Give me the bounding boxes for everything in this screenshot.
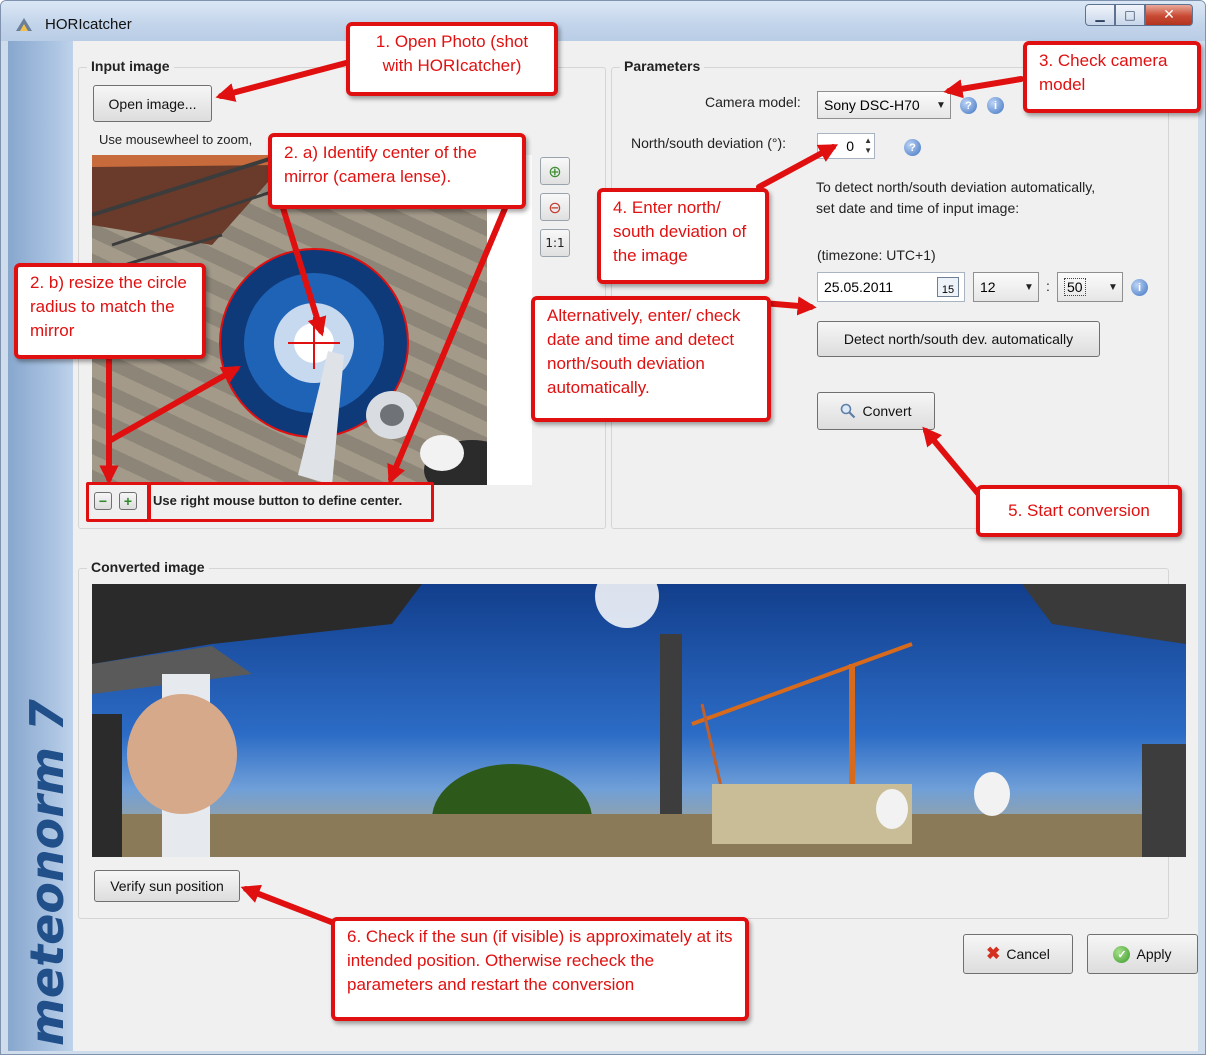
- callout-step6: 6. Check if the sun (if visible) is appr…: [331, 917, 749, 1021]
- window-controls: ▁ □ ✕: [1085, 4, 1193, 26]
- magnifier-icon: [841, 403, 856, 419]
- converted-image-title: Converted image: [87, 559, 209, 575]
- verify-sun-position-button[interactable]: Verify sun position: [94, 870, 240, 902]
- hour-value: 12: [980, 279, 996, 295]
- brand-strip: meteonorm 7: [8, 41, 74, 1051]
- deviation-label: North/south deviation (°):: [631, 135, 787, 151]
- minute-chevron-down-icon: ▼: [1108, 281, 1118, 293]
- convert-label: Convert: [862, 403, 912, 419]
- brand-logo-text: meteonorm 7: [20, 699, 74, 1046]
- apply-check-icon: ✓: [1113, 945, 1131, 963]
- detect-deviation-button[interactable]: Detect north/south dev. automatically: [817, 321, 1100, 357]
- callout-step3: 3. Check camera model: [1023, 41, 1201, 113]
- converted-panorama: [92, 584, 1186, 857]
- parameters-title: Parameters: [620, 58, 705, 74]
- zoom-out-button[interactable]: ⊖: [540, 193, 570, 221]
- hour-select[interactable]: 12 ▼: [973, 272, 1039, 302]
- app-icon: [16, 18, 32, 31]
- radius-buttons-highlight: [86, 482, 150, 522]
- camera-model-label: Camera model:: [705, 94, 801, 110]
- panorama-drawing: [92, 584, 1186, 857]
- callout-step1: 1. Open Photo (shot with HORIcatcher): [346, 22, 558, 96]
- callout-alternative: Alternatively, enter/ check date and tim…: [531, 296, 771, 422]
- maximize-button[interactable]: □: [1115, 4, 1145, 26]
- convert-button[interactable]: Convert: [817, 392, 935, 430]
- open-image-button[interactable]: Open image...: [93, 85, 212, 122]
- close-button[interactable]: ✕: [1145, 4, 1193, 26]
- minute-select[interactable]: 50 ▼: [1057, 272, 1123, 302]
- apply-button[interactable]: ✓ Apply: [1087, 934, 1198, 974]
- help-icon[interactable]: ?: [960, 97, 977, 114]
- cancel-button[interactable]: ✖ Cancel: [963, 934, 1073, 974]
- deviation-stepper[interactable]: ▲ ▼: [864, 136, 872, 156]
- deviation-input[interactable]: 0 ▲ ▼: [817, 133, 875, 159]
- date-picker[interactable]: 25.05.2011 15: [817, 272, 965, 302]
- zoom-out-icon: ⊖: [548, 197, 562, 217]
- center-hint-highlight: [148, 482, 434, 522]
- horicatcher-window: HORIcatcher ▁ □ ✕ meteonorm 7 Input imag…: [0, 0, 1206, 1055]
- apply-label: Apply: [1136, 946, 1172, 962]
- deviation-value: 0: [846, 138, 854, 154]
- title-bar[interactable]: HORIcatcher ▁ □ ✕: [1, 1, 1205, 41]
- camera-model-select[interactable]: Sony DSC-H70 ▼: [817, 91, 951, 119]
- zoom-reset-button[interactable]: 1:1: [540, 229, 570, 257]
- camera-model-value: Sony DSC-H70: [824, 97, 920, 113]
- callout-step4: 4. Enter north/ south deviation of the i…: [597, 188, 769, 284]
- zoom-in-icon: ⊕: [548, 161, 562, 181]
- calendar-day: 15: [941, 284, 955, 296]
- callout-step2b: 2. b) resize the circle radius to match …: [14, 263, 206, 359]
- input-image-title: Input image: [87, 58, 174, 74]
- hour-chevron-down-icon: ▼: [1024, 281, 1034, 293]
- auto-detect-hint: To detect north/south deviation automati…: [816, 179, 1096, 216]
- cancel-x-icon: ✖: [986, 944, 1001, 963]
- date-value: 25.05.2011: [824, 279, 894, 295]
- callout-step5: 5. Start conversion: [976, 485, 1182, 537]
- cancel-label: Cancel: [1006, 946, 1050, 962]
- callout-step2a: 2. a) Identify center of the mirror (cam…: [268, 133, 526, 209]
- time-separator: :: [1046, 278, 1050, 294]
- zoom-hint: Use mousewheel to zoom,: [99, 132, 253, 147]
- calendar-icon[interactable]: 15: [937, 277, 959, 297]
- info-icon[interactable]: i: [987, 97, 1004, 114]
- minute-value: 50: [1064, 278, 1086, 296]
- minimize-button[interactable]: ▁: [1085, 4, 1115, 26]
- zoom-in-button[interactable]: ⊕: [540, 157, 570, 185]
- timezone-label: (timezone: UTC+1): [817, 247, 936, 263]
- time-info-icon[interactable]: i: [1131, 279, 1148, 296]
- deviation-help-icon[interactable]: ?: [904, 139, 921, 156]
- window-title: HORIcatcher: [45, 16, 132, 33]
- chevron-down-icon: ▼: [936, 99, 946, 111]
